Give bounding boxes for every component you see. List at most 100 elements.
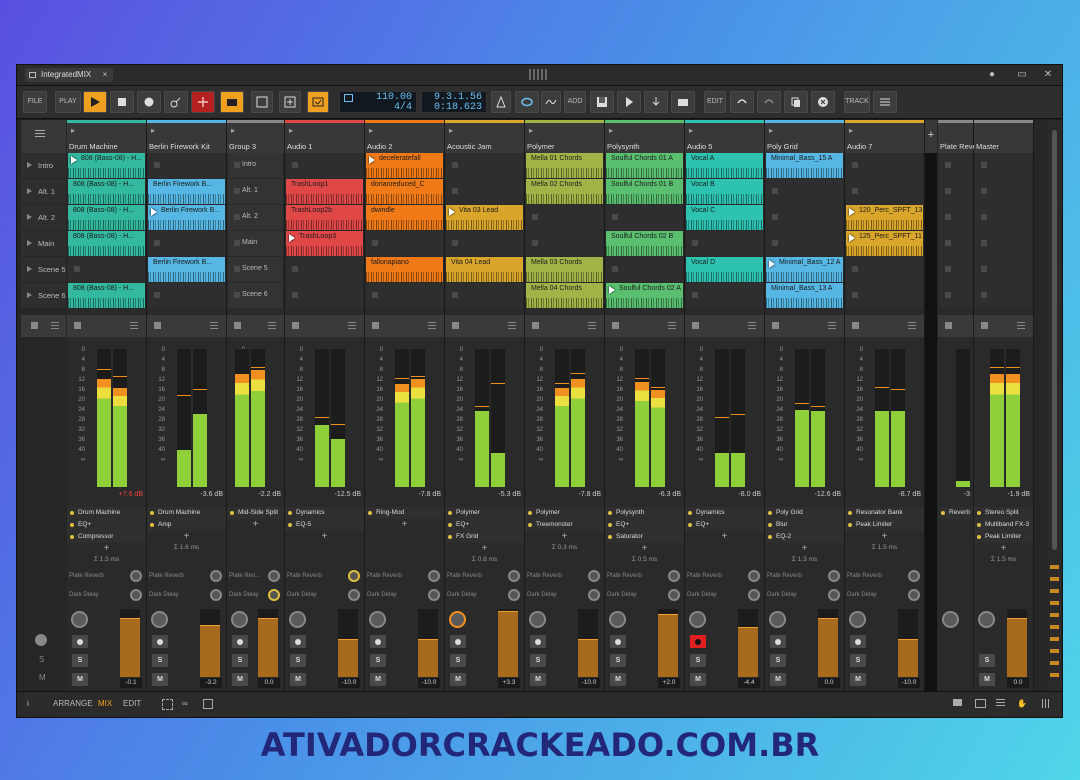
empty-clip-slot[interactable] xyxy=(366,283,443,308)
track-header[interactable]: ▸ Polymer xyxy=(525,120,604,153)
empty-clip-slot[interactable] xyxy=(846,283,923,308)
stop-clip-icon[interactable] xyxy=(372,322,379,329)
volume-fader[interactable] xyxy=(120,609,140,677)
empty-clip-slot[interactable] xyxy=(846,257,923,282)
record-arm-button[interactable] xyxy=(690,635,706,648)
add-device-icon[interactable]: + xyxy=(285,531,364,543)
arrange-view-tab[interactable]: ARRANGE xyxy=(53,699,93,708)
metronome-icon[interactable] xyxy=(491,91,511,113)
clip[interactable]: Vita 03 Lead xyxy=(446,205,523,230)
volume-fader[interactable] xyxy=(738,609,758,677)
clip[interactable]: Minimal_Bass_13 A xyxy=(766,283,843,308)
mute-button[interactable]: M xyxy=(370,673,386,686)
group-scene-slot[interactable]: Alt. 2 xyxy=(228,205,283,230)
clip[interactable]: dorianreduced_C xyxy=(366,179,443,204)
clip[interactable]: 808 (Bass-08) - H... xyxy=(68,153,145,178)
empty-clip-slot[interactable] xyxy=(939,179,972,204)
add-device-icon[interactable]: + xyxy=(525,531,604,543)
mixer-options-icon[interactable] xyxy=(996,699,1005,706)
empty-clip-slot[interactable] xyxy=(939,283,972,308)
clip[interactable]: TrashLoop1 xyxy=(286,179,363,204)
fader-value[interactable]: 0.0 xyxy=(258,678,280,688)
clip[interactable]: Vocal D xyxy=(686,257,763,282)
empty-clip-slot[interactable] xyxy=(68,257,145,282)
solo-button[interactable]: S xyxy=(690,654,706,667)
device-slot[interactable]: EQ-5 xyxy=(285,519,364,531)
track-options-icon[interactable] xyxy=(428,322,436,329)
clip[interactable]: Mella 02 Chords xyxy=(526,179,603,204)
volume-fader[interactable] xyxy=(658,609,678,677)
solo-button[interactable]: S xyxy=(290,654,306,667)
solo-button[interactable]: S xyxy=(450,654,466,667)
redo-icon[interactable] xyxy=(757,91,781,113)
add-device-icon[interactable]: + xyxy=(365,519,444,531)
settings-icon[interactable] xyxy=(35,634,47,646)
clip[interactable]: Vita 04 Lead xyxy=(446,257,523,282)
pan-knob[interactable] xyxy=(978,611,995,628)
folder-icon[interactable] xyxy=(671,91,695,113)
clip[interactable]: Vocal B xyxy=(686,179,763,204)
empty-clip-slot[interactable] xyxy=(686,283,763,308)
fader-value[interactable]: +2.0 xyxy=(658,678,680,688)
record-arm-button[interactable] xyxy=(152,635,168,648)
device-slot[interactable]: Peak Limiter xyxy=(974,531,1033,543)
scene-launch-4[interactable]: Scene 5 xyxy=(21,257,66,282)
restore-icon[interactable]: ▭ xyxy=(1017,69,1027,80)
send-knob[interactable] xyxy=(748,570,760,582)
mix-view-tab[interactable]: MIX xyxy=(98,699,112,708)
empty-clip-slot[interactable] xyxy=(766,205,843,230)
record-button[interactable] xyxy=(137,91,161,113)
mute-button[interactable]: M xyxy=(610,673,626,686)
record-arm-button[interactable] xyxy=(610,635,626,648)
empty-clip-slot[interactable] xyxy=(846,179,923,204)
clip[interactable]: 808 (Bass-08) - H... xyxy=(68,231,145,256)
mute-button[interactable]: M xyxy=(290,673,306,686)
stop-clip-icon[interactable] xyxy=(852,322,859,329)
file-button[interactable]: FILE xyxy=(23,91,47,113)
volume-fader[interactable] xyxy=(818,609,838,677)
device-slot[interactable]: Dynamics xyxy=(685,507,764,519)
track-options-icon[interactable] xyxy=(348,322,356,329)
automation-write-button[interactable] xyxy=(164,91,188,113)
track-header[interactable]: ▸ Audio 1 xyxy=(285,120,364,153)
send-knob[interactable] xyxy=(428,570,440,582)
empty-clip-slot[interactable] xyxy=(975,231,1032,256)
record-arm-button[interactable] xyxy=(72,635,88,648)
project-tab[interactable]: IntegratedMIX × xyxy=(25,68,114,82)
clip[interactable]: Berlin Firework B... xyxy=(148,257,225,282)
track-header[interactable]: ▸ Audio 7 xyxy=(845,120,924,153)
solo-button[interactable]: S xyxy=(72,654,88,667)
clip[interactable]: Soulful Chords 02 A xyxy=(606,283,683,308)
empty-clip-slot[interactable] xyxy=(286,257,363,282)
stop-clip-icon[interactable] xyxy=(452,322,459,329)
scene-launch-5[interactable]: Scene 6 xyxy=(21,283,66,308)
solo-button[interactable]: S xyxy=(152,654,168,667)
track-header[interactable]: ▸ Audio 5 xyxy=(685,120,764,153)
add-track-button[interactable]: + xyxy=(925,120,937,153)
track-header[interactable]: ▸ Poly Grid xyxy=(765,120,844,153)
fader-value[interactable]: -10.0 xyxy=(898,678,920,688)
track-settings-icon[interactable] xyxy=(873,91,897,113)
clip[interactable]: deceleratefall xyxy=(366,153,443,178)
info-icon[interactable]: i xyxy=(27,699,29,708)
pan-knob[interactable] xyxy=(689,611,706,628)
record-arm-button[interactable] xyxy=(290,635,306,648)
empty-clip-slot[interactable] xyxy=(446,231,523,256)
tempo-display[interactable]: 110.00 4/4 xyxy=(339,91,417,113)
groove-button[interactable] xyxy=(541,91,561,113)
pan-knob[interactable] xyxy=(609,611,626,628)
empty-clip-slot[interactable] xyxy=(766,231,843,256)
clip[interactable]: 808 (Bass-08) - H... xyxy=(68,179,145,204)
group-scene-slot[interactable]: Scene 5 xyxy=(228,257,283,282)
add-device-icon[interactable]: + xyxy=(605,543,684,555)
record-arm-button[interactable] xyxy=(850,635,866,648)
send-knob[interactable] xyxy=(508,589,520,601)
device-slot[interactable]: EQ-2 xyxy=(765,531,844,543)
stop-clip-icon[interactable] xyxy=(154,322,161,329)
add-button[interactable]: ADD xyxy=(564,91,586,113)
clip[interactable]: Berlin Firework B... xyxy=(148,179,225,204)
mute-button[interactable]: M xyxy=(450,673,466,686)
track-options-icon[interactable] xyxy=(828,322,836,329)
group-scene-slot[interactable]: Alt. 1 xyxy=(228,179,283,204)
add-device-icon[interactable]: + xyxy=(685,531,764,543)
